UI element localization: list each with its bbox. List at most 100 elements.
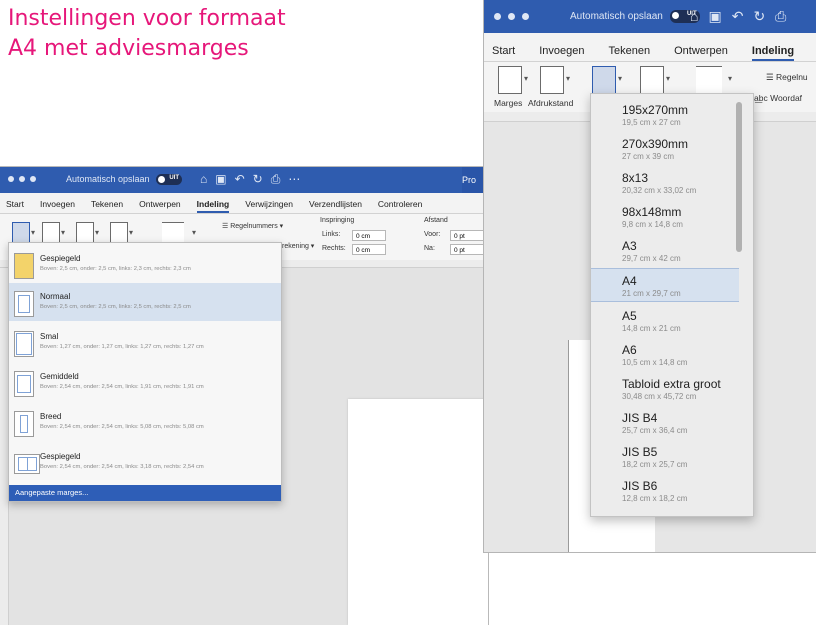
spacing-after-label: Na:	[424, 245, 435, 252]
more-icon[interactable]: ⋯	[288, 172, 300, 187]
hyphenation-button[interactable]: a͟bc Woordaf	[754, 93, 802, 103]
margin-option-name: Breed	[40, 412, 62, 421]
size-option[interactable]: 8x13 20,32 cm x 33,02 cm	[591, 166, 739, 200]
tab-ontwerpen[interactable]: Ontwerpen	[139, 199, 181, 213]
heading-line-1: Instellingen voor formaat	[8, 6, 286, 31]
tab-invoegen[interactable]: Invoegen	[40, 199, 75, 213]
margin-option-mirrored-2[interactable]: Gespiegeld Boven: 2,54 cm, onder: 2,54 c…	[9, 443, 281, 481]
chevron-down-icon[interactable]: ▾	[566, 74, 570, 83]
columns-icon[interactable]	[640, 66, 664, 94]
indent-right-field[interactable]: 0 cm	[352, 244, 386, 255]
minimize-dot[interactable]	[19, 176, 25, 182]
size-option[interactable]: JIS B4 25,7 cm x 36,4 cm	[591, 406, 739, 440]
chevron-down-icon[interactable]: ▾	[31, 228, 35, 237]
spacing-before-field[interactable]: 0 pt	[450, 230, 484, 241]
heading-line-2: A4 met adviesmarges	[8, 36, 249, 61]
undo-icon[interactable]: ↶	[235, 172, 245, 187]
tab-invoegen[interactable]: Invoegen	[539, 45, 584, 61]
tab-indeling[interactable]: Indeling	[751, 45, 795, 61]
autosave-toggle[interactable]: UIT	[156, 174, 183, 186]
margin-option-desc: Boven: 2,5 cm, onder: 2,5 cm, links: 2,5…	[40, 304, 191, 310]
tab-start[interactable]: Start	[6, 199, 24, 213]
size-option[interactable]: 270x390mm 27 cm x 39 cm	[591, 132, 739, 166]
print-icon[interactable]: ⎙	[271, 172, 281, 187]
orientation-icon[interactable]	[540, 66, 564, 94]
size-option-name: 270x390mm	[622, 137, 689, 151]
size-option[interactable]: Tabloid extra groot 30,48 cm x 45,72 cm	[591, 372, 751, 406]
breaks-icon[interactable]	[696, 66, 722, 94]
line-numbers-button[interactable]: ☰ Regelnummers ▾	[222, 222, 283, 230]
margins-icon[interactable]	[12, 222, 30, 244]
home-icon[interactable]: ⌂	[690, 8, 698, 25]
chevron-down-icon[interactable]: ▾	[61, 228, 65, 237]
chevron-down-icon[interactable]: ▾	[129, 228, 133, 237]
size-option-name: Tabloid extra groot	[622, 377, 721, 391]
margin-option-wide[interactable]: Breed Boven: 2,54 cm, onder: 2,54 cm, li…	[9, 403, 281, 441]
undo-icon[interactable]: ↶	[732, 8, 744, 25]
menu-scrollbar[interactable]	[736, 102, 742, 252]
indent-right-label: Rechts:	[322, 245, 346, 252]
document-page[interactable]	[348, 399, 488, 625]
indent-title: Inspringing	[320, 217, 355, 224]
close-dot[interactable]	[8, 176, 14, 182]
title-bar: Automatisch opslaan UIT ⌂ ▣ ↶ ↻ ⎙ ⋯ Pro	[0, 167, 488, 193]
orientation-icon[interactable]	[42, 222, 60, 244]
tab-verwijzingen[interactable]: Verwijzingen	[245, 199, 293, 213]
hyphenation-button[interactable]: rekening ▾	[282, 242, 314, 250]
chevron-down-icon[interactable]: ▾	[618, 74, 622, 83]
zoom-dot[interactable]	[30, 176, 36, 182]
redo-icon[interactable]: ↻	[753, 8, 765, 25]
spacing-title: Afstand	[424, 217, 448, 224]
autosave-toggle-state: UIT	[169, 175, 180, 182]
minimize-dot[interactable]	[508, 13, 515, 20]
home-icon[interactable]: ⌂	[200, 172, 207, 187]
save-icon[interactable]: ▣	[215, 172, 226, 187]
save-icon[interactable]: ▣	[708, 8, 721, 25]
size-option[interactable]: A6 10,5 cm x 14,8 cm	[591, 338, 739, 372]
size-option-name: 195x270mm	[622, 103, 689, 117]
chevron-down-icon[interactable]: ▾	[524, 74, 528, 83]
custom-margins-button[interactable]: Aangepaste marges...	[9, 485, 281, 501]
size-option[interactable]: A3 29,7 cm x 42 cm	[591, 234, 739, 268]
size-option-dims: 10,5 cm x 14,8 cm	[622, 358, 688, 367]
margin-option-desc: Boven: 2,54 cm, onder: 2,54 cm, links: 5…	[40, 424, 204, 430]
indent-left-label: Links:	[322, 231, 341, 238]
tab-indeling[interactable]: Indeling	[196, 199, 230, 213]
chevron-down-icon[interactable]: ▾	[666, 74, 670, 83]
autosave-label: Automatisch opslaan	[66, 174, 150, 184]
tab-tekenen[interactable]: Tekenen	[91, 199, 123, 213]
size-icon[interactable]	[592, 66, 616, 94]
chevron-down-icon[interactable]: ▾	[728, 74, 732, 83]
print-icon[interactable]: ⎙	[775, 8, 786, 25]
size-option[interactable]: 98x148mm 9,8 cm x 14,8 cm	[591, 200, 739, 234]
chevron-down-icon[interactable]: ▾	[95, 228, 99, 237]
margins-icon[interactable]	[498, 66, 522, 94]
tab-start[interactable]: Start	[492, 45, 515, 61]
size-option-selected[interactable]: A4 21 cm x 29,7 cm	[591, 268, 739, 302]
redo-icon[interactable]: ↻	[253, 172, 263, 187]
hyphenation-label: Woordaf	[770, 93, 803, 103]
line-numbers-icon: ☰	[222, 223, 231, 230]
size-option-dims: 19,5 cm x 27 cm	[622, 118, 681, 127]
columns-icon[interactable]	[110, 222, 128, 244]
size-option[interactable]: JIS B6 12,8 cm x 18,2 cm	[591, 474, 739, 508]
tab-controleren[interactable]: Controleren	[378, 199, 422, 213]
spacing-after-field[interactable]: 0 pt	[450, 244, 484, 255]
breaks-icon[interactable]	[162, 222, 184, 244]
indent-left-field[interactable]: 0 cm	[352, 230, 386, 241]
close-dot[interactable]	[494, 13, 501, 20]
size-option[interactable]: 195x270mm 19,5 cm x 27 cm	[591, 98, 739, 132]
margin-option-narrow[interactable]: Smal Boven: 1,27 cm, onder: 1,27 cm, lin…	[9, 323, 281, 361]
size-option[interactable]: JIS B5 18,2 cm x 25,7 cm	[591, 440, 739, 474]
line-numbers-button[interactable]: ☰ Regelnu	[766, 72, 808, 83]
size-icon[interactable]	[76, 222, 94, 244]
tab-tekenen[interactable]: Tekenen	[609, 45, 651, 61]
zoom-dot[interactable]	[522, 13, 529, 20]
tab-ontwerpen[interactable]: Ontwerpen	[674, 45, 728, 61]
tab-verzendlijsten[interactable]: Verzendlijsten	[309, 199, 362, 213]
size-option[interactable]: A5 14,8 cm x 21 cm	[591, 304, 739, 338]
chevron-down-icon[interactable]: ▾	[192, 228, 196, 237]
margin-option-normal[interactable]: Normaal Boven: 2,5 cm, onder: 2,5 cm, li…	[9, 283, 281, 321]
margin-option-mirrored[interactable]: Gespiegeld Boven: 2,5 cm, onder: 2,5 cm,…	[9, 245, 281, 283]
margin-option-moderate[interactable]: Gemiddeld Boven: 2,54 cm, onder: 2,54 cm…	[9, 363, 281, 401]
